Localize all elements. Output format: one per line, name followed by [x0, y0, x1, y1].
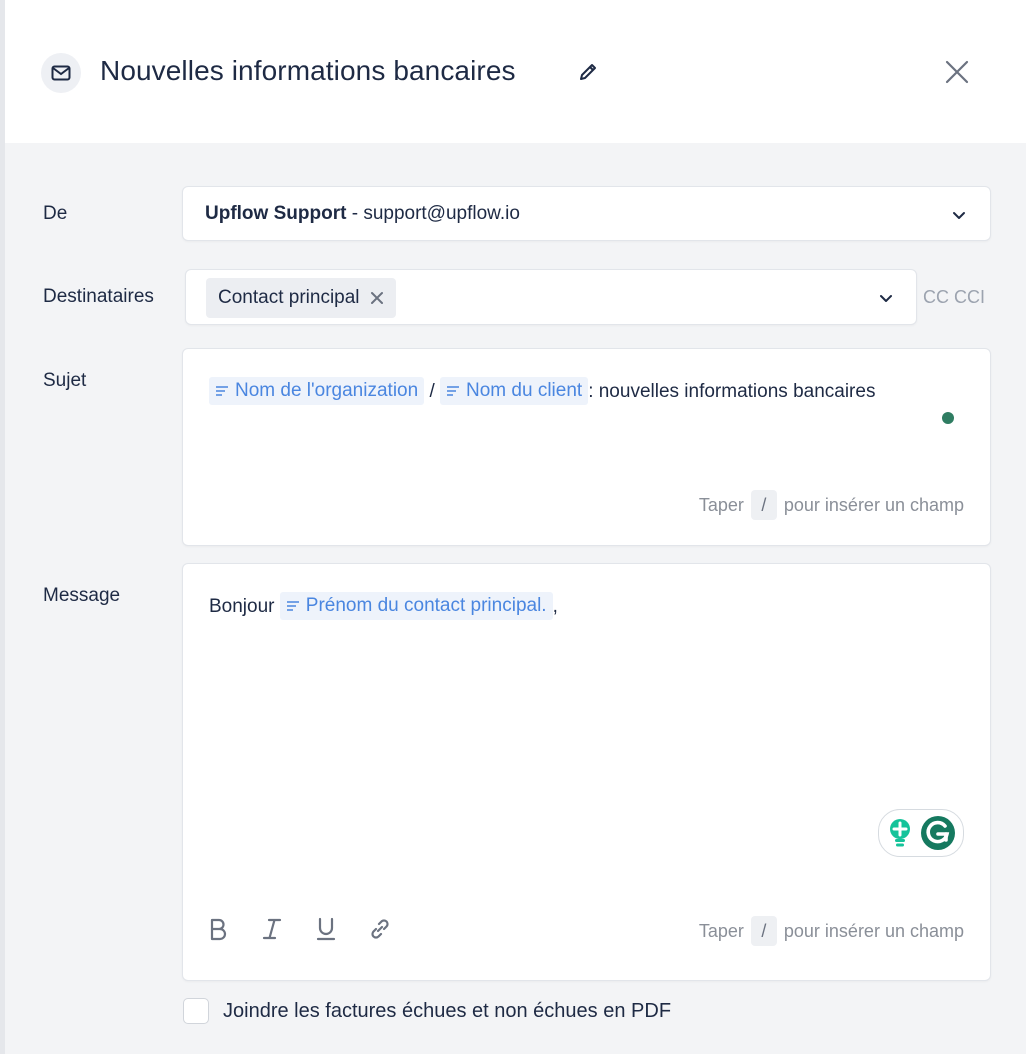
client-name-token-label: Nom du client [466, 380, 583, 401]
cc-link[interactable]: CC [923, 287, 949, 307]
recipient-chip: Contact principal [206, 278, 396, 318]
message-insert-hint: Taper / pour insérer un champ [699, 916, 964, 946]
field-icon [216, 386, 228, 396]
hint-key: / [750, 916, 777, 946]
format-toolbar [205, 916, 393, 942]
mail-icon [41, 53, 81, 93]
grammarly-icon[interactable] [920, 815, 956, 851]
recipients-label: Destinataires [43, 286, 154, 307]
hint-text: Taper [698, 920, 744, 941]
hint-text: Taper [698, 494, 744, 515]
lightbulb-icon[interactable] [886, 817, 914, 849]
subject-text: : nouvelles informations bancaires [588, 381, 876, 402]
subject-content: Nom de l'organization / Nom du client : … [209, 376, 909, 408]
message-punctuation: , [552, 596, 558, 617]
from-label: De [43, 203, 68, 224]
cc-bcc-links: CC CCI [923, 287, 985, 308]
attach-invoices-checkbox[interactable] [183, 998, 209, 1024]
chevron-down-icon[interactable] [950, 206, 968, 224]
underline-icon[interactable] [313, 916, 339, 942]
status-dot [942, 412, 954, 424]
panel-header: Nouvelles informations bancaires [5, 0, 1026, 143]
subject-editor[interactable]: Nom de l'organization / Nom du client : … [182, 348, 991, 546]
message-editor[interactable]: Bonjour Prénom du contact principal. , T… [182, 563, 991, 981]
grammarly-widget[interactable] [878, 809, 964, 857]
org-name-token[interactable]: Nom de l'organization [209, 377, 425, 405]
remove-chip-icon[interactable] [370, 291, 384, 305]
recipient-chip-label: Contact principal [218, 287, 360, 308]
recipients-select[interactable]: Contact principal [185, 269, 917, 325]
contact-firstname-token[interactable]: Prénom du contact principal. [279, 592, 553, 620]
attach-invoices-row: Joindre les factures échues et non échue… [183, 998, 671, 1024]
contact-firstname-token-label: Prénom du contact principal. [305, 595, 547, 616]
page-title: Nouvelles informations bancaires [100, 55, 516, 86]
bcc-link[interactable]: CCI [954, 287, 985, 307]
field-icon [447, 386, 460, 396]
client-name-token[interactable]: Nom du client [440, 377, 589, 405]
italic-icon[interactable] [259, 916, 285, 942]
email-template-panel: Nouvelles informations bancaires De Upfl… [5, 0, 1026, 1054]
sender-email: support@upflow.io [363, 203, 520, 224]
link-icon[interactable] [367, 916, 393, 942]
from-value: Upflow Support - support@upflow.io [205, 203, 520, 225]
hint-text: pour insérer un champ [783, 920, 964, 941]
message-greeting: Bonjour [209, 596, 275, 617]
sender-name: Upflow Support [205, 203, 347, 224]
hint-key: / [750, 490, 777, 520]
subject-insert-hint: Taper / pour insérer un champ [699, 490, 964, 520]
attach-invoices-label[interactable]: Joindre les factures échues et non échue… [223, 1000, 671, 1023]
message-content: Bonjour Prénom du contact principal. , [209, 591, 558, 623]
subject-slash: / [424, 381, 441, 402]
pencil-icon[interactable] [577, 61, 599, 83]
org-name-token-label: Nom de l'organization [235, 380, 419, 401]
subject-label: Sujet [43, 370, 87, 391]
sender-separator: - [346, 203, 364, 224]
field-icon [286, 601, 299, 611]
chevron-down-icon[interactable] [877, 289, 895, 307]
from-select[interactable]: Upflow Support - support@upflow.io [182, 186, 991, 241]
message-label: Message [43, 585, 121, 606]
bold-icon[interactable] [205, 916, 231, 942]
hint-text: pour insérer un champ [783, 494, 964, 515]
close-icon[interactable] [944, 59, 970, 85]
